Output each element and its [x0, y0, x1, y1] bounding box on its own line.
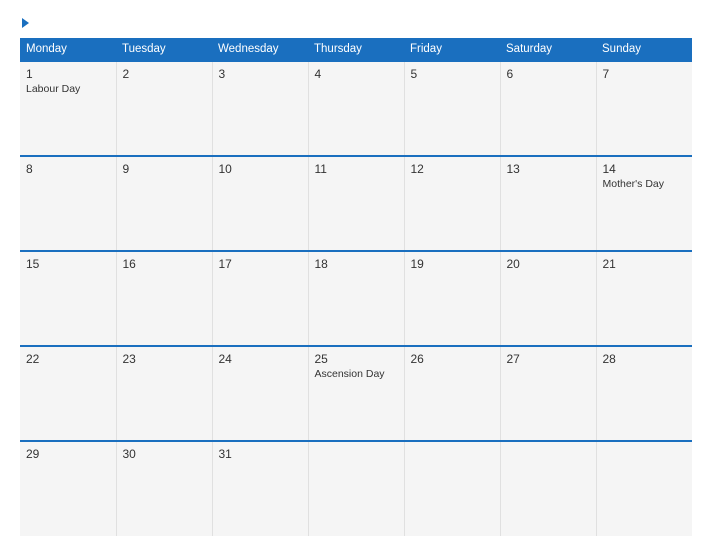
calendar-cell: 24	[212, 346, 308, 441]
calendar-cell	[596, 441, 692, 536]
day-number: 10	[219, 162, 302, 176]
day-number: 9	[123, 162, 206, 176]
calendar-cell: 25 Ascension Day	[308, 346, 404, 441]
holiday-name: Labour Day	[26, 83, 110, 95]
calendar-cell: 13	[500, 156, 596, 251]
day-number: 29	[26, 447, 110, 461]
calendar-cell: 15	[20, 251, 116, 346]
day-number: 16	[123, 257, 206, 271]
day-number: 18	[315, 257, 398, 271]
calendar-cell: 23	[116, 346, 212, 441]
calendar-cell: 12	[404, 156, 500, 251]
logo	[20, 18, 31, 28]
day-number: 17	[219, 257, 302, 271]
day-number: 31	[219, 447, 302, 461]
day-number: 25	[315, 352, 398, 366]
calendar-cell: 18	[308, 251, 404, 346]
calendar-cell: 9	[116, 156, 212, 251]
day-number: 6	[507, 67, 590, 81]
day-number: 24	[219, 352, 302, 366]
calendar-cell	[308, 441, 404, 536]
calendar-cell: 7	[596, 61, 692, 156]
col-saturday: Saturday	[500, 38, 596, 61]
calendar-cell: 2	[116, 61, 212, 156]
day-number: 19	[411, 257, 494, 271]
logo-triangle-icon	[22, 18, 29, 28]
col-sunday: Sunday	[596, 38, 692, 61]
calendar-cell: 20	[500, 251, 596, 346]
calendar-cell: 27	[500, 346, 596, 441]
calendar-cell: 1 Labour Day	[20, 61, 116, 156]
calendar-cell: 4	[308, 61, 404, 156]
logo-blue-text	[20, 18, 31, 28]
day-number: 30	[123, 447, 206, 461]
calendar-week-row: 22 23 24 25 Ascension Day 26 27 28	[20, 346, 692, 441]
calendar-cell: 26	[404, 346, 500, 441]
calendar-cell: 29	[20, 441, 116, 536]
calendar-cell	[404, 441, 500, 536]
day-number: 27	[507, 352, 590, 366]
day-number: 11	[315, 162, 398, 176]
calendar-week-row: 15 16 17 18 19 20 21	[20, 251, 692, 346]
holiday-name: Mother's Day	[603, 178, 687, 190]
calendar-cell: 17	[212, 251, 308, 346]
calendar-table: Monday Tuesday Wednesday Thursday Friday…	[20, 38, 692, 536]
day-number: 21	[603, 257, 687, 271]
day-number: 26	[411, 352, 494, 366]
calendar-cell: 21	[596, 251, 692, 346]
calendar-cell: 30	[116, 441, 212, 536]
day-number: 28	[603, 352, 687, 366]
holiday-name: Ascension Day	[315, 368, 398, 380]
day-number: 15	[26, 257, 110, 271]
calendar-cell: 8	[20, 156, 116, 251]
day-number: 5	[411, 67, 494, 81]
day-number: 8	[26, 162, 110, 176]
calendar-week-row: 29 30 31	[20, 441, 692, 536]
calendar-cell: 22	[20, 346, 116, 441]
day-number: 14	[603, 162, 687, 176]
col-wednesday: Wednesday	[212, 38, 308, 61]
day-number: 22	[26, 352, 110, 366]
col-tuesday: Tuesday	[116, 38, 212, 61]
col-monday: Monday	[20, 38, 116, 61]
day-number: 1	[26, 67, 110, 81]
calendar-week-row: 89 10 11 12 13 14 Mother's Day	[20, 156, 692, 251]
calendar-cell: 3	[212, 61, 308, 156]
day-number: 20	[507, 257, 590, 271]
calendar-page: Monday Tuesday Wednesday Thursday Friday…	[0, 0, 712, 550]
calendar-cell: 14 Mother's Day	[596, 156, 692, 251]
day-number: 2	[123, 67, 206, 81]
day-number: 13	[507, 162, 590, 176]
calendar-cell: 10	[212, 156, 308, 251]
day-number: 3	[219, 67, 302, 81]
calendar-cell: 16	[116, 251, 212, 346]
calendar-cell: 5	[404, 61, 500, 156]
day-number: 7	[603, 67, 687, 81]
day-number: 4	[315, 67, 398, 81]
calendar-cell: 31	[212, 441, 308, 536]
day-number: 23	[123, 352, 206, 366]
col-thursday: Thursday	[308, 38, 404, 61]
calendar-cell: 28	[596, 346, 692, 441]
calendar-week-row: 1 Labour Day 234567	[20, 61, 692, 156]
calendar-cell: 19	[404, 251, 500, 346]
day-number: 12	[411, 162, 494, 176]
day-header-row: Monday Tuesday Wednesday Thursday Friday…	[20, 38, 692, 61]
calendar-cell: 6	[500, 61, 596, 156]
header	[20, 18, 692, 28]
calendar-cell	[500, 441, 596, 536]
calendar-cell: 11	[308, 156, 404, 251]
col-friday: Friday	[404, 38, 500, 61]
